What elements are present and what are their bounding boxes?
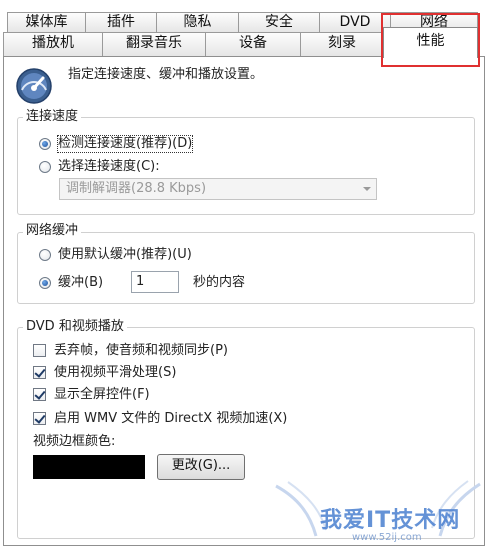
buffer-label[interactable]: 缓冲(B) — [58, 275, 103, 291]
buffer-seconds-input[interactable]: 1 — [131, 271, 179, 293]
network-buffering-title: 网络缓冲 — [23, 223, 82, 239]
tab-label: 翻录音乐 — [126, 35, 182, 51]
drop-frames-checkbox[interactable] — [33, 344, 46, 357]
border-color-label: 视频边框颜色: — [33, 434, 116, 449]
dvd-video-title: DVD 和视频播放 — [23, 319, 127, 335]
tab-label: 插件 — [107, 14, 135, 30]
fullscreen-controls-label[interactable]: 显示全屏控件(F) — [54, 387, 150, 403]
select-value: 调制解调器(28.8 Kbps) — [66, 181, 207, 196]
change-color-button[interactable]: 更改(G)... — [157, 454, 245, 480]
tab-label: 设备 — [239, 35, 267, 51]
tab-rip-music[interactable]: 翻录音乐 — [102, 32, 206, 56]
tab-burn[interactable]: 刻录 — [300, 32, 384, 56]
tab-label: 安全 — [265, 14, 293, 30]
gauge-icon — [16, 68, 52, 104]
tab-label: 播放机 — [32, 35, 74, 51]
default-buffer-label[interactable]: 使用默认缓冲(推荐)(U) — [58, 247, 192, 263]
tab-media-library[interactable]: 媒体库 — [7, 12, 86, 32]
connection-speed-select[interactable]: 调制解调器(28.8 Kbps) — [59, 178, 377, 200]
tab-label: 媒体库 — [25, 14, 68, 30]
video-smoothing-label[interactable]: 使用视频平滑处理(S) — [54, 365, 176, 381]
chevron-down-icon — [363, 187, 371, 191]
default-buffer-radio[interactable] — [39, 249, 51, 261]
video-smoothing-checkbox[interactable] — [33, 366, 46, 379]
tab-privacy[interactable]: 隐私 — [156, 12, 239, 32]
connection-speed-title: 连接速度 — [23, 109, 82, 125]
drop-frames-label[interactable]: 丢弃帧，使音频和视频同步(P) — [54, 343, 228, 359]
highlight-box — [381, 13, 480, 67]
page-description: 指定连接速度、缓冲和播放设置。 — [68, 67, 264, 82]
tab-plugins[interactable]: 插件 — [85, 12, 157, 32]
tab-label: DVD — [339, 14, 371, 30]
directx-acceleration-checkbox[interactable] — [33, 412, 46, 425]
choose-speed-label[interactable]: 选择连接速度(C): — [58, 159, 160, 175]
tab-player[interactable]: 播放机 — [3, 32, 103, 56]
fullscreen-controls-checkbox[interactable] — [33, 388, 46, 401]
tab-security[interactable]: 安全 — [238, 12, 320, 32]
buffer-radio[interactable] — [39, 277, 51, 289]
border-color-swatch — [33, 455, 145, 479]
detect-speed-radio[interactable] — [39, 138, 51, 150]
network-buffering-group — [17, 232, 475, 304]
choose-speed-radio[interactable] — [39, 161, 51, 173]
tab-label: 隐私 — [183, 14, 212, 30]
performance-panel: 指定连接速度、缓冲和播放设置。 连接速度 检测连接速度(推荐)(D) 选择连接速… — [3, 56, 485, 546]
tab-label: 刻录 — [328, 35, 356, 51]
buffer-suffix: 秒的内容 — [193, 275, 246, 290]
directx-acceleration-label[interactable]: 启用 WMV 文件的 DirectX 视频加速(X) — [54, 411, 287, 427]
detect-speed-label[interactable]: 检测连接速度(推荐)(D) — [56, 135, 194, 153]
tab-devices[interactable]: 设备 — [205, 32, 301, 56]
